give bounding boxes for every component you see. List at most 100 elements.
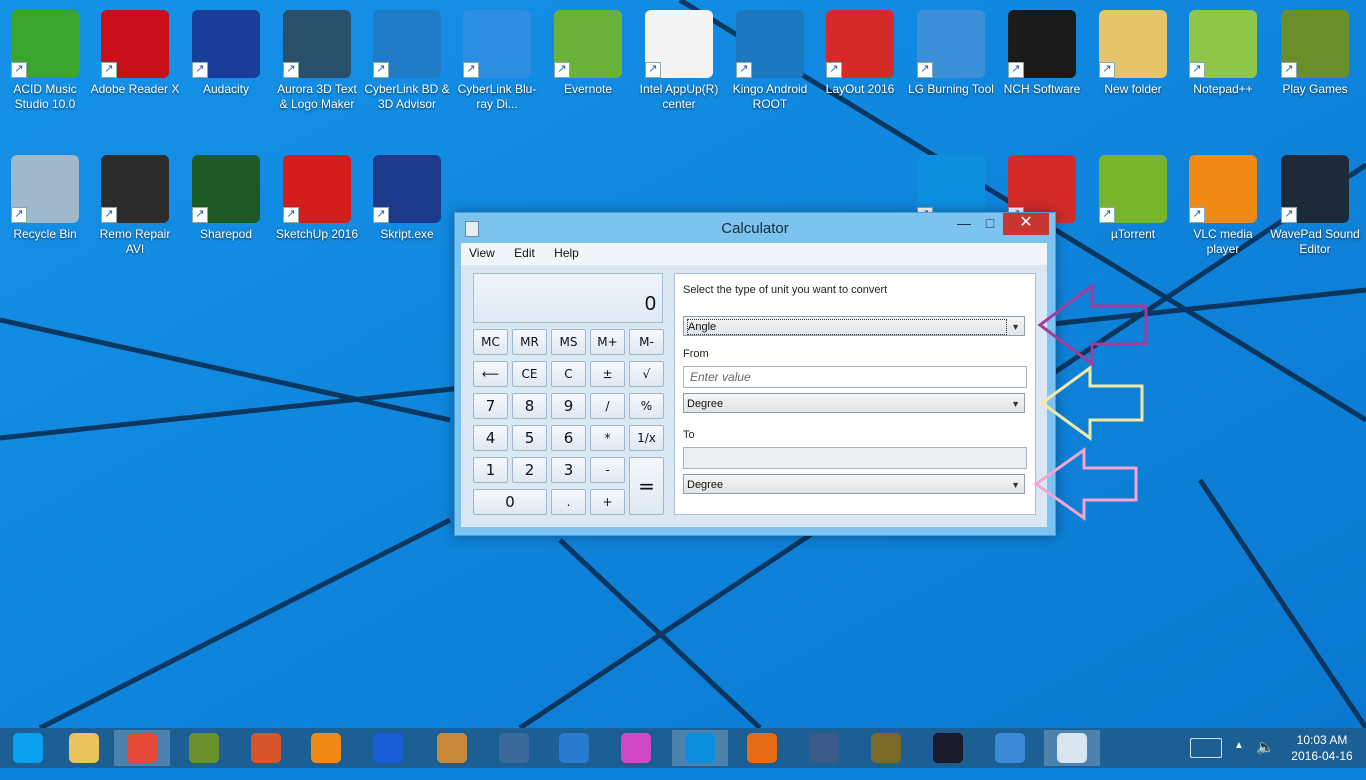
title-bar[interactable]: Calculator — □ ✕ <box>455 213 1055 243</box>
reciprocal-button[interactable]: 1/x <box>629 425 664 451</box>
digit-3-button[interactable]: 3 <box>551 457 586 483</box>
add-button[interactable]: + <box>590 489 625 515</box>
elephant-icon: ↗ <box>552 8 624 80</box>
annotation-arrow-pink <box>1033 447 1138 521</box>
desktop-shortcut[interactable]: ↗ Intel AppUp(R) center <box>634 0 724 112</box>
mminus-button[interactable]: M- <box>629 329 664 355</box>
desktop-shortcut[interactable]: ↗ Notepad++ <box>1178 0 1268 97</box>
desktop-shortcut[interactable]: ↗ Skript.exe <box>362 145 452 242</box>
ms-button[interactable]: MS <box>551 329 586 355</box>
taskbar-item[interactable] <box>1044 730 1100 766</box>
desktop-shortcut[interactable]: ↗ Evernote <box>543 0 633 97</box>
desktop-shortcut-label: SketchUp 2016 <box>275 227 359 241</box>
annotation-arrow-purple <box>1037 283 1148 367</box>
display-value: 0 <box>644 293 656 315</box>
digit-8-button[interactable]: 8 <box>512 393 547 419</box>
chevron-down-icon: ▼ <box>1011 480 1020 490</box>
desktop-shortcut-label: Sharepod <box>199 227 253 241</box>
desktop-shortcut[interactable]: ↗ CyberLink BD & 3D Advisor <box>362 0 452 112</box>
digit-9-button[interactable]: 9 <box>551 393 586 419</box>
digit-4-button[interactable]: 4 <box>473 425 508 451</box>
desktop-shortcut[interactable]: ↗ LG Burning Tool <box>906 0 996 97</box>
desktop-shortcut[interactable]: ↗ Recycle Bin <box>0 145 90 242</box>
desktop-shortcut[interactable]: ↗ ACID Music Studio 10.0 <box>0 0 90 112</box>
maximize-button[interactable]: □ <box>977 213 1003 235</box>
desktop-shortcut[interactable]: ↗ WavePad Sound Editor <box>1270 145 1360 257</box>
clear-button[interactable]: C <box>551 361 586 387</box>
show-hidden-icons-chevron-icon[interactable]: ▲ <box>1234 740 1244 780</box>
close-button[interactable]: ✕ <box>1003 213 1049 235</box>
shortcut-arrow-icon: ↗ <box>373 207 389 223</box>
desktop-shortcut[interactable]: ↗ Sharepod <box>181 145 271 242</box>
taskbar-item[interactable] <box>298 730 354 766</box>
desktop-shortcut[interactable]: ↗ New folder <box>1088 0 1178 97</box>
digit-5-button[interactable]: 5 <box>512 425 547 451</box>
digit-6-button[interactable]: 6 <box>551 425 586 451</box>
desktop-shortcut[interactable]: ↗ CyberLink Blu-ray Di... <box>452 0 542 112</box>
mr-button[interactable]: MR <box>512 329 547 355</box>
desktop-shortcut[interactable]: ↗ Adobe Reader X <box>90 0 180 97</box>
unit-type-select[interactable]: Angle ▼ <box>683 316 1025 336</box>
plus-minus-button[interactable]: ± <box>590 361 625 387</box>
unit-type-value: Angle <box>687 319 1007 335</box>
to-label: To <box>683 429 695 441</box>
taskbar-item[interactable] <box>608 730 664 766</box>
taskbar-item[interactable] <box>858 730 914 766</box>
menu-help[interactable]: Help <box>546 243 587 260</box>
equals-button[interactable]: = <box>629 457 664 515</box>
desktop-shortcut[interactable]: ↗ Audacity <box>181 0 271 97</box>
multiply-button[interactable]: * <box>590 425 625 451</box>
desktop-shortcut[interactable]: ↗ LayOut 2016 <box>815 0 905 97</box>
taskbar-item[interactable] <box>56 730 112 766</box>
desktop-shortcut[interactable]: ↗ Kingo Android ROOT <box>725 0 815 112</box>
menu-bar: View Edit Help <box>461 243 1047 265</box>
taskbar-item[interactable] <box>672 730 728 766</box>
minimize-button[interactable]: — <box>951 213 977 235</box>
desktop-shortcut[interactable]: ↗ VLC media player <box>1178 145 1268 257</box>
desktop-shortcut[interactable]: ↗ Aurora 3D Text & Logo Maker <box>272 0 362 112</box>
desktop-shortcut-label: ACID Music Studio 10.0 <box>13 82 77 111</box>
music-note-icon: ↗ <box>9 8 81 80</box>
taskbar-item[interactable] <box>486 730 542 766</box>
divide-button[interactable]: / <box>590 393 625 419</box>
digit-7-button[interactable]: 7 <box>473 393 508 419</box>
mc-button[interactable]: MC <box>473 329 508 355</box>
decimal-button[interactable]: . <box>551 489 586 515</box>
keyboard-icon[interactable] <box>1190 738 1222 758</box>
video-player-icon <box>933 733 963 763</box>
notepad-plus-icon: ↗ <box>1187 8 1259 80</box>
menu-view[interactable]: View <box>461 243 503 260</box>
taskbar-item[interactable] <box>734 730 790 766</box>
taskbar-item[interactable] <box>0 730 56 766</box>
from-unit-select[interactable]: Degree ▼ <box>683 393 1025 413</box>
desktop-shortcut[interactable]: ↗ NCH Software <box>997 0 1087 97</box>
percent-button[interactable]: % <box>629 393 664 419</box>
desktop-shortcut[interactable]: ↗ Play Games <box>1270 0 1360 97</box>
taskbar-item[interactable] <box>796 730 852 766</box>
taskbar-clock[interactable]: 10:03 AM 2016-04-16 <box>1286 732 1358 764</box>
taskbar-item[interactable] <box>176 730 232 766</box>
to-unit-select[interactable]: Degree ▼ <box>683 474 1025 494</box>
sqrt-button[interactable]: √ <box>629 361 664 387</box>
backspace-button[interactable]: ⟵ <box>473 361 508 387</box>
desktop-shortcut[interactable]: ↗ Remo Repair AVI <box>90 145 180 257</box>
desktop-shortcut[interactable]: ↗ SketchUp 2016 <box>272 145 362 242</box>
ce-button[interactable]: CE <box>512 361 547 387</box>
digit-2-button[interactable]: 2 <box>512 457 547 483</box>
desktop-shortcut[interactable]: ↗ µTorrent <box>1088 145 1178 242</box>
digit-0-button[interactable]: 0 <box>473 489 547 515</box>
from-value-input[interactable]: Enter value <box>683 366 1027 388</box>
taskbar-item[interactable] <box>546 730 602 766</box>
taskbar-item[interactable] <box>982 730 1038 766</box>
subtract-button[interactable]: - <box>590 457 625 483</box>
digit-1-button[interactable]: 1 <box>473 457 508 483</box>
taskbar-item[interactable] <box>920 730 976 766</box>
taskbar-item[interactable] <box>360 730 416 766</box>
taskbar-item[interactable] <box>238 730 294 766</box>
taskbar-item[interactable] <box>424 730 480 766</box>
mplus-button[interactable]: M+ <box>590 329 625 355</box>
menu-edit[interactable]: Edit <box>506 243 543 260</box>
volume-icon[interactable]: 🔈 <box>1256 738 1275 778</box>
utorrent-icon: ↗ <box>1097 153 1169 225</box>
taskbar-item[interactable] <box>114 730 170 766</box>
